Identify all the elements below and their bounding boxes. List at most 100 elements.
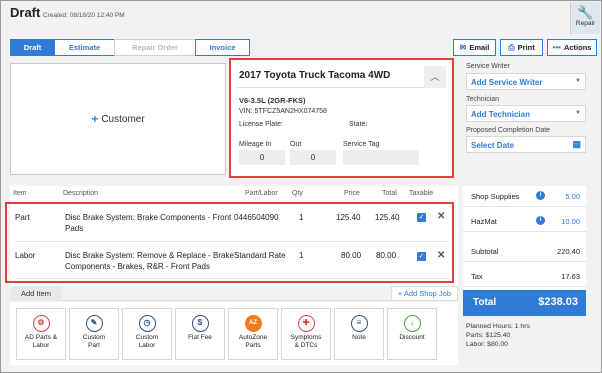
repair-button[interactable]: 🔧 Repair	[570, 2, 600, 34]
planned-hours: Planned Hours: 1 hrs	[466, 323, 530, 330]
info-icon[interactable]: i	[536, 191, 545, 200]
remove-icon[interactable]: ✕	[437, 250, 445, 261]
mileage-out-field[interactable]: 0	[290, 150, 336, 165]
row-description: Disc Brake System: Brake Components - Fr…	[65, 213, 232, 222]
tile-label: Discount	[399, 334, 425, 341]
note-icon: ≡	[350, 315, 368, 332]
vehicle-panel: 2017 Toyota Truck Tacoma 4WD ︿ V6-3.5L (…	[229, 58, 454, 178]
tile-label-2: Labor	[138, 342, 156, 349]
row-labor-rate: Standard Rate	[234, 251, 286, 260]
subtotal-value: 220.40	[557, 247, 580, 256]
add-item-bar: Add Item + Add Shop Job	[10, 286, 458, 301]
service-tag-field[interactable]	[343, 150, 419, 165]
mileage-in-label: Mileage In	[239, 141, 272, 148]
page-title: Draft	[10, 5, 41, 20]
labor-total: Labor: $80.00	[466, 341, 508, 349]
technician-select[interactable]: Add Technician ▼	[466, 105, 586, 122]
completion-date-picker[interactable]: Select Date ▦	[466, 136, 586, 153]
tab-estimate[interactable]: Estimate	[54, 39, 115, 56]
col-header-taxable: Taxable	[409, 190, 434, 197]
tile-label: AutoZone	[238, 334, 268, 341]
add-item-tiles: ⚙ AD Parts & Labor ✎ Custom Part ◷ Custo…	[10, 302, 458, 365]
tile-custom-part[interactable]: ✎ Custom Part	[69, 308, 119, 360]
tab-invoice[interactable]: Invoice	[195, 39, 250, 56]
tile-discount[interactable]: ↓ Discount	[387, 308, 437, 360]
vehicle-engine: V6-3.5L (2GR-FKS)	[239, 96, 306, 105]
tax-label: Tax	[471, 272, 483, 281]
hazmat-row[interactable]: HazMat i 10.00	[463, 211, 586, 232]
mileage-in-field[interactable]: 0	[239, 150, 285, 165]
row-description: Disc Brake System: Remove & Replace - Br…	[65, 251, 234, 260]
actions-button[interactable]: ••• Actions	[547, 39, 597, 56]
tile-label-2: Parts	[245, 342, 261, 349]
tile-label: Note	[352, 334, 366, 341]
tile-label: AD Parts &	[24, 334, 58, 341]
tile-label: Custom	[135, 334, 159, 341]
service-writer-select[interactable]: Add Service Writer ▼	[466, 73, 586, 90]
add-item-tab[interactable]: Add Item	[10, 286, 62, 301]
tile-label-2: Labor	[32, 342, 50, 349]
row-price: 80.00	[341, 251, 362, 260]
tile-autozone-parts[interactable]: AZ AutoZone Parts	[228, 308, 278, 360]
hazmat-value[interactable]: 10.00	[561, 217, 580, 226]
calendar-icon: ▦	[572, 139, 581, 149]
repair-label: Repair	[575, 20, 596, 27]
wrench-icon: 🔧	[577, 5, 594, 20]
mileage-out-label: Out	[290, 141, 302, 148]
parts-total: Parts: $125.40	[466, 332, 511, 340]
tile-custom-labor[interactable]: ◷ Custom Labor	[122, 308, 172, 360]
remove-icon[interactable]: ✕	[437, 211, 445, 222]
col-header-total: Total	[382, 190, 397, 197]
tile-symptoms-dtcs[interactable]: ✚ Symptoms & DTCs	[281, 308, 331, 360]
row-item: Part	[15, 213, 30, 222]
taxable-checkbox[interactable]: ✓	[417, 213, 426, 222]
chevron-up-icon[interactable]: ︿	[424, 66, 446, 88]
technician-value: Add Technician	[471, 110, 530, 119]
license-plate-label: License Plate:	[239, 121, 283, 128]
caret-down-icon: ▼	[575, 110, 581, 116]
add-shop-job-button[interactable]: + Add Shop Job	[390, 286, 458, 301]
table-row[interactable]: Labor Disc Brake System: Remove & Replac…	[15, 246, 449, 279]
tile-flat-fee[interactable]: $ Flat Fee	[175, 308, 225, 360]
service-writer-value: Add Service Writer	[471, 78, 543, 87]
printer-icon: ⎙	[508, 42, 515, 52]
tab-repair-order[interactable]: Repair Order	[114, 39, 196, 56]
info-icon[interactable]: i	[536, 216, 545, 225]
shop-supplies-label: Shop Supplies	[471, 192, 520, 201]
totals-panel: Shop Supplies i 5.00 HazMat i 10.00 Subt…	[463, 186, 586, 316]
print-label: Print	[517, 43, 535, 52]
tile-note[interactable]: ≡ Note	[334, 308, 384, 360]
row-description-cont: Pads	[65, 224, 84, 233]
row-description-cont: Components - Brakes, R&R - Front Pads	[65, 262, 210, 271]
print-button[interactable]: ⎙ Print	[500, 39, 543, 56]
tile-ad-parts-labor[interactable]: ⚙ AD Parts & Labor	[16, 308, 66, 360]
tile-label: Symptoms	[290, 334, 322, 341]
row-item: Labor	[15, 251, 36, 260]
job-lines: Part Disc Brake System: Brake Components…	[5, 202, 454, 283]
actions-label: Actions	[563, 43, 592, 52]
subtotal-row: Subtotal 220.40	[463, 241, 586, 262]
vehicle-vin: VIN: 5TFCZ5AN2HX074758	[239, 108, 327, 115]
table-row[interactable]: Part Disc Brake System: Brake Components…	[15, 209, 449, 242]
taxable-checkbox[interactable]: ✓	[417, 252, 426, 261]
shop-supplies-value[interactable]: 5.00	[565, 192, 580, 201]
caret-down-icon: ▼	[575, 78, 581, 84]
email-label: Email	[469, 43, 490, 52]
email-button[interactable]: ✉ Email	[453, 39, 496, 56]
col-header-item: Item	[13, 190, 27, 197]
tax-row: Tax 17.63	[463, 266, 586, 287]
tile-label: Flat Fee	[188, 334, 212, 341]
state-label: State:	[349, 121, 368, 128]
row-price: 125.40	[336, 213, 361, 222]
row-part-number: 0446504090	[234, 213, 279, 222]
tab-draft[interactable]: Draft	[10, 39, 55, 56]
service-writer-label: Service Writer	[466, 63, 510, 70]
total-bar: Total $238.03	[463, 290, 586, 316]
tile-label-2: Part	[88, 342, 100, 349]
subtotal-label: Subtotal	[471, 247, 499, 256]
plus-icon: +	[91, 112, 99, 126]
hazmat-label: HazMat	[471, 217, 497, 226]
shop-supplies-row[interactable]: Shop Supplies i 5.00	[463, 186, 586, 207]
customer-panel[interactable]: + Customer	[10, 63, 226, 175]
row-total: 125.40	[375, 213, 400, 222]
